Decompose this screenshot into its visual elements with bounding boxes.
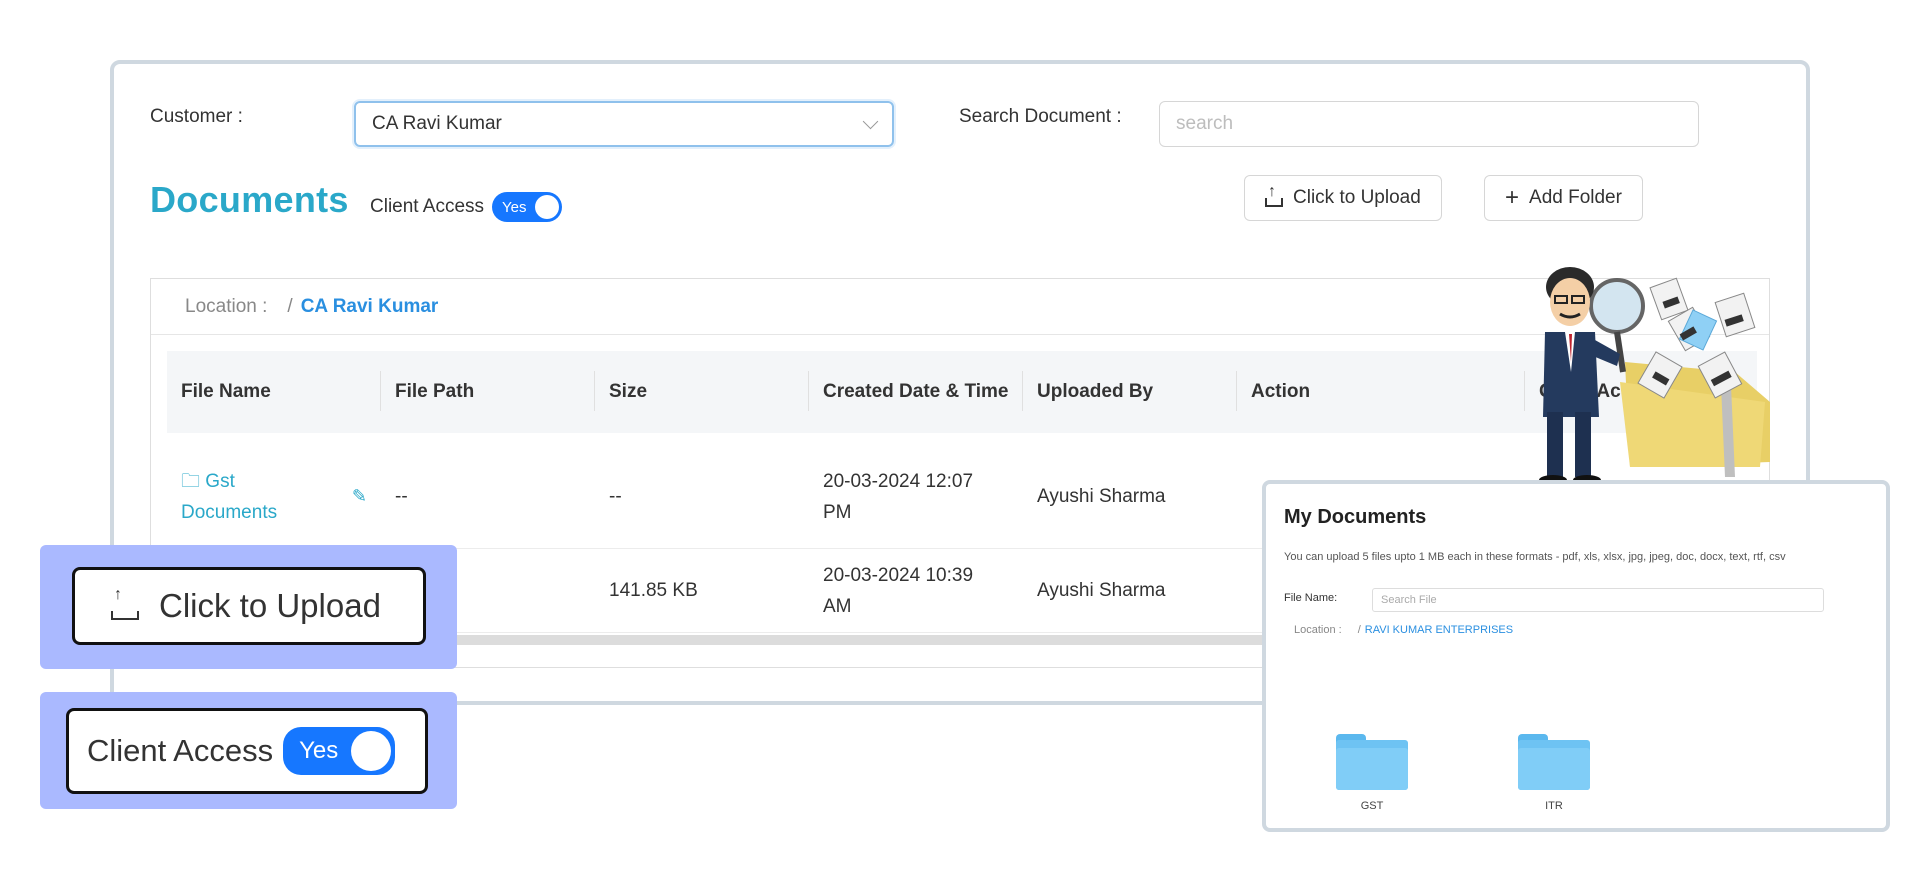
- date-line2: AM: [823, 595, 852, 617]
- toggle-text: Yes: [299, 737, 339, 764]
- search-document-input[interactable]: [1159, 101, 1699, 147]
- col-uploaded-by[interactable]: Uploaded By: [1023, 351, 1237, 433]
- col-file-name[interactable]: File Name: [167, 351, 381, 433]
- businessman-illustration: [1539, 267, 1770, 485]
- size-cell: --: [609, 486, 622, 507]
- folder-link[interactable]: 🗀 Gst Documents: [181, 466, 277, 528]
- client-access-callout: Client Access Yes: [40, 692, 457, 809]
- client-access-control: Client Access Yes: [370, 192, 563, 222]
- table-header: File Name File Path Size Created Date & …: [167, 351, 1757, 433]
- customer-label: Customer :: [150, 106, 243, 127]
- file-path-cell: --: [395, 486, 408, 507]
- uploaded-by-cell: Ayushi Sharma: [1037, 580, 1166, 601]
- add-folder-button-label: Add Folder: [1529, 187, 1622, 208]
- upload-instructions: You can upload 5 files upto 1 MB each in…: [1284, 551, 1786, 563]
- page-title: Documents: [150, 179, 349, 220]
- uploaded-by-cell: Ayushi Sharma: [1037, 486, 1166, 507]
- my-documents-panel: My Documents You can upload 5 files upto…: [1262, 480, 1890, 832]
- date-line1: 20-03-2024 12:07: [823, 470, 974, 492]
- col-file-path[interactable]: File Path: [381, 351, 595, 433]
- col-action[interactable]: Action: [1237, 351, 1525, 433]
- file-name-line2: Documents: [181, 501, 278, 523]
- folder-label: ITR: [1545, 800, 1563, 812]
- date-line1: 20-03-2024 10:39: [823, 564, 974, 586]
- toggle-knob: [351, 731, 392, 771]
- file-name-line1: Gst: [205, 470, 235, 492]
- chevron-down-icon: [862, 113, 879, 129]
- upload-callout: Click to Upload: [40, 545, 457, 669]
- upload-button-zoomed[interactable]: Click to Upload: [72, 567, 426, 645]
- my-documents-title: My Documents: [1284, 506, 1427, 528]
- breadcrumb-separator: /: [287, 295, 293, 317]
- breadcrumb-path[interactable]: RAVI KUMAR ENTERPRISES: [1365, 624, 1513, 636]
- upload-icon: [111, 586, 139, 620]
- location-label: Location :: [1294, 624, 1342, 636]
- file-name-label: File Name:: [1284, 592, 1338, 604]
- date-line2: PM: [823, 501, 852, 523]
- folder-icon: [1336, 734, 1408, 790]
- date-cell: 20-03-2024 10:39 AM: [809, 549, 1023, 632]
- breadcrumb-path[interactable]: CA Ravi Kumar: [301, 296, 439, 318]
- add-folder-button[interactable]: + Add Folder: [1484, 175, 1643, 221]
- location-label: Location :: [185, 295, 268, 317]
- edit-icon[interactable]: ✎: [352, 481, 367, 512]
- search-file-input[interactable]: [1372, 588, 1824, 612]
- folder-label: GST: [1360, 800, 1384, 812]
- folder-icon: 🗀: [181, 470, 201, 492]
- upload-callout-label: Click to Upload: [159, 587, 381, 624]
- client-access-toggle-zoomed[interactable]: Yes: [283, 727, 396, 775]
- upload-button[interactable]: Click to Upload: [1244, 175, 1442, 221]
- upload-icon: [1265, 183, 1283, 207]
- client-access-zoomed: Client Access Yes: [66, 708, 428, 794]
- customer-select[interactable]: CA Ravi Kumar: [354, 101, 894, 147]
- folder-gst[interactable]: GST: [1336, 734, 1408, 812]
- customer-select-value: CA Ravi Kumar: [372, 113, 502, 134]
- breadcrumb-separator: /: [1357, 624, 1361, 636]
- search-document-label: Search Document :: [959, 106, 1122, 127]
- client-access-label: Client Access: [370, 196, 485, 217]
- col-size[interactable]: Size: [595, 351, 809, 433]
- my-documents-breadcrumb: Location : / RAVI KUMAR ENTERPRISES: [1294, 624, 1513, 636]
- client-access-callout-label: Client Access: [87, 733, 274, 768]
- client-access-toggle[interactable]: Yes: [492, 192, 563, 222]
- col-created-date[interactable]: Created Date & Time: [809, 351, 1023, 433]
- toggle-knob: [535, 195, 560, 219]
- size-cell: 141.85 KB: [609, 580, 698, 601]
- toggle-text: Yes: [502, 198, 527, 216]
- plus-icon: +: [1505, 184, 1520, 211]
- folder-icon: [1518, 734, 1590, 790]
- upload-button-label: Click to Upload: [1293, 187, 1421, 208]
- date-cell: 20-03-2024 12:07 PM: [809, 445, 1023, 548]
- folder-itr[interactable]: ITR: [1518, 734, 1590, 812]
